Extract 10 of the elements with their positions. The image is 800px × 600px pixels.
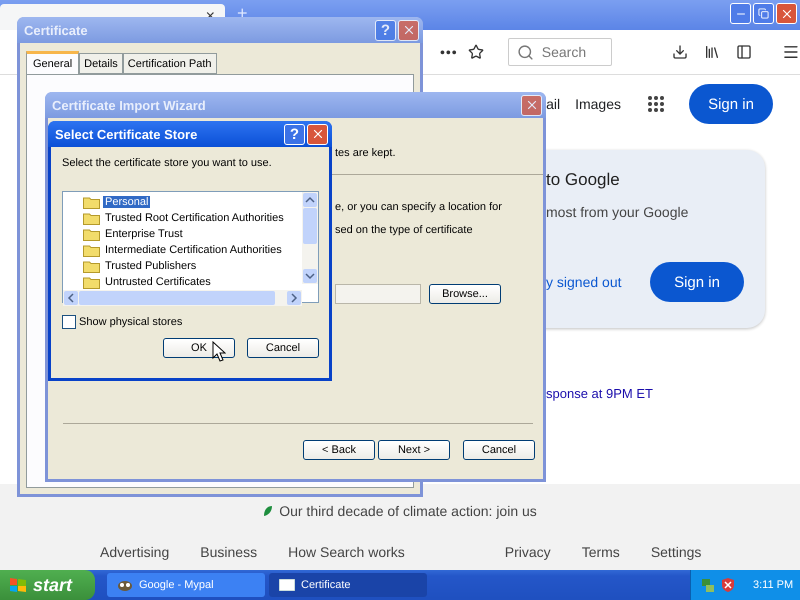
window-title: Certificate: [24, 22, 89, 38]
dialog-title: Select Certificate Store: [55, 126, 198, 142]
wizard-text: tes are kept.: [335, 147, 397, 159]
dialog-prompt: Select the certificate store you want to use.: [62, 157, 273, 169]
window-title: Certificate Import Wizard: [52, 98, 207, 112]
wizard-text: e, or you can specify a location for: [335, 201, 503, 213]
card-title: to Google: [546, 170, 621, 190]
wizard-text: sed on the type of certificate: [335, 224, 474, 236]
card-text: most from your Google: [546, 204, 690, 220]
clock: 3:11 PM: [753, 579, 794, 591]
